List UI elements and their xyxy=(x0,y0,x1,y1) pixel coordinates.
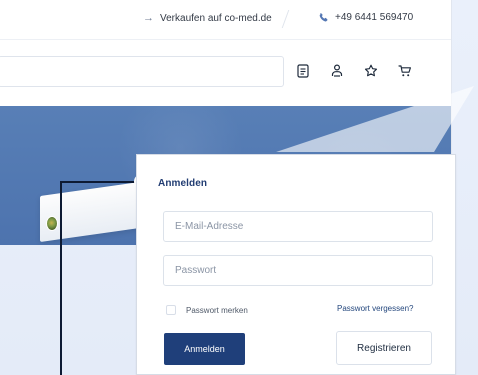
hero-seal xyxy=(46,216,58,231)
top-bar: → Verkaufen auf co-med.de +49 6441 56947… xyxy=(0,0,451,40)
arrow-right-icon: → xyxy=(143,12,154,24)
remember-password-row[interactable]: Passwort merken xyxy=(166,305,248,315)
remember-password-checkbox[interactable] xyxy=(166,305,176,315)
callout-line-horizontal xyxy=(60,181,142,183)
phone-number: +49 6441 569470 xyxy=(335,12,414,23)
star-icon[interactable] xyxy=(362,62,380,80)
document-icon[interactable] xyxy=(294,62,312,80)
register-button[interactable]: Registrieren xyxy=(336,331,432,365)
email-field[interactable] xyxy=(163,211,433,242)
header-icons xyxy=(294,62,414,80)
sell-link-label: Verkaufen auf co-med.de xyxy=(160,12,272,24)
search-input[interactable] xyxy=(0,56,284,87)
screenshot-stage: → Verkaufen auf co-med.de +49 6441 56947… xyxy=(0,0,478,375)
callout-line-vertical xyxy=(60,182,62,375)
remember-password-label: Passwort merken xyxy=(186,305,248,315)
cart-icon[interactable] xyxy=(396,62,414,80)
phone-icon xyxy=(318,12,329,23)
password-field[interactable] xyxy=(163,255,433,286)
login-panel: Anmelden Passwort merken Passwort verges… xyxy=(136,154,456,375)
account-icon[interactable] xyxy=(328,62,346,80)
phone-contact[interactable]: +49 6441 569470 xyxy=(318,12,413,23)
login-title: Anmelden xyxy=(158,178,208,189)
sell-link[interactable]: → Verkaufen auf co-med.de xyxy=(143,12,272,24)
topbar-divider xyxy=(281,10,290,28)
login-button[interactable]: Anmelden xyxy=(164,333,245,365)
forgot-password-link[interactable]: Passwort vergessen? xyxy=(337,304,413,313)
